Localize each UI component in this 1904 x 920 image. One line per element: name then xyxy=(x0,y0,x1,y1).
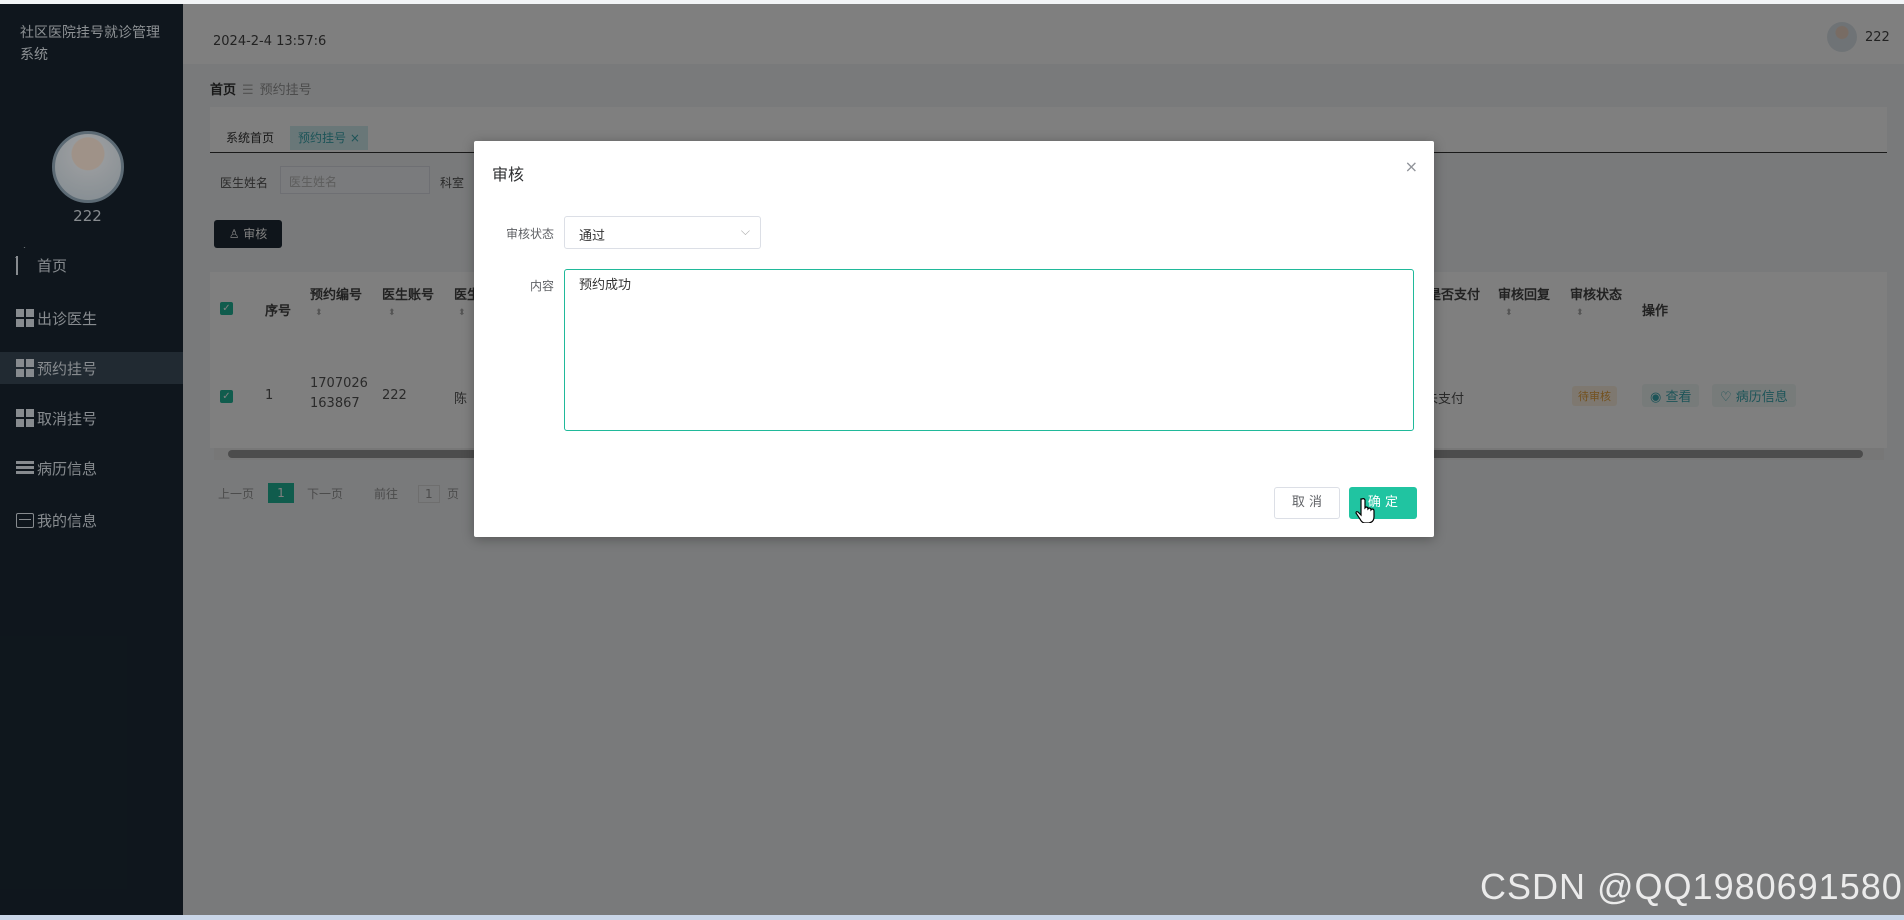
status-select-value: 通过 xyxy=(579,229,606,244)
bottom-strip xyxy=(0,915,1904,920)
content-textarea[interactable]: 预约成功 xyxy=(564,269,1414,431)
sidebar-overlay xyxy=(0,4,183,915)
status-label: 审核状态 xyxy=(505,227,554,241)
dialog-title: 审核 xyxy=(492,165,525,184)
close-icon[interactable]: × xyxy=(1405,157,1418,176)
content-label: 内容 xyxy=(529,279,554,293)
hand-cursor-icon xyxy=(1355,498,1375,523)
chevron-down-icon: ⌵ xyxy=(740,224,750,238)
status-select[interactable]: 通过 ⌵ xyxy=(564,216,761,249)
watermark: CSDN @QQ1980691580 xyxy=(1480,866,1903,907)
audit-dialog: 审核 × 审核状态 通过 ⌵ 内容 预约成功 取 消 确 定 xyxy=(474,141,1434,537)
cancel-button[interactable]: 取 消 xyxy=(1274,487,1340,519)
